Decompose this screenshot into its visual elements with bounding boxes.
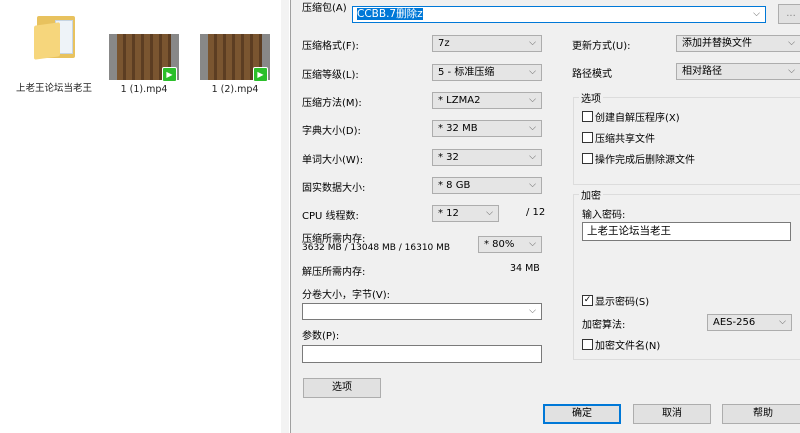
update-select[interactable]: 添加并替换文件 ⌵ <box>676 35 800 52</box>
checkbox-icon <box>582 339 593 350</box>
algo-label: 加密算法: <box>582 320 626 331</box>
encrypt-names-label: 加密文件名(N) <box>595 341 661 352</box>
desktop: 上老王论坛当老王 ▶ 1 (1).mp4 ▶ 1 (2).mp4 <box>0 0 284 433</box>
algo-value: AES-256 <box>713 317 756 328</box>
level-select[interactable]: 5 - 标准压缩 ⌵ <box>432 64 542 81</box>
chevron-down-icon: ⌵ <box>779 317 786 327</box>
video-label: 1 (1).mp4 <box>120 84 168 95</box>
help-button[interactable]: 帮助 <box>722 404 800 424</box>
desktop-video-1[interactable]: ▶ 1 (1).mp4 <box>104 34 184 95</box>
params-input[interactable] <box>302 345 542 363</box>
word-value: * 32 <box>438 152 459 163</box>
method-value: * LZMA2 <box>438 95 481 106</box>
checkmark-icon: ✓ <box>582 295 593 306</box>
cpu-label: CPU 线程数: <box>302 211 359 222</box>
mem-detail: 3632 MB / 13048 MB / 16310 MB <box>302 243 451 253</box>
update-label: 更新方式(U): <box>572 41 631 52</box>
dict-label: 字典大小(D): <box>302 126 361 137</box>
format-value: 7z <box>438 38 450 49</box>
folder-icon <box>31 12 77 60</box>
cancel-button[interactable]: 取消 <box>633 404 711 424</box>
chevron-down-icon: ⌵ <box>529 38 536 48</box>
player-badge-icon: ▶ <box>162 67 177 82</box>
word-label: 单词大小(W): <box>302 155 364 166</box>
dict-value: * 32 MB <box>438 123 478 134</box>
checkbox-icon <box>582 153 593 164</box>
desktop-video-2[interactable]: ▶ 1 (2).mp4 <box>195 34 275 95</box>
archive-path-value: CCBB.7删除z <box>357 8 423 20</box>
delete-checkbox[interactable]: 操作完成后删除源文件 <box>582 151 695 166</box>
params-label: 参数(P): <box>302 331 340 342</box>
video-label: 1 (2).mp4 <box>211 84 259 95</box>
cpu-max: / 12 <box>526 207 546 218</box>
method-label: 压缩方法(M): <box>302 98 362 109</box>
cpu-value: * 12 <box>438 208 459 219</box>
pathmode-value: 相对路径 <box>682 66 722 77</box>
chevron-down-icon: ⌵ <box>529 152 536 162</box>
player-badge-icon: ▶ <box>253 67 268 82</box>
archive-path-combo[interactable]: CCBB.7删除z ⌵ <box>352 6 766 23</box>
chevron-down-icon: ⌵ <box>788 66 795 76</box>
archive-label: 压缩包(A) <box>302 3 347 14</box>
checkbox-icon <box>582 132 593 143</box>
checkbox-icon <box>582 111 593 122</box>
pathmode-select[interactable]: 相对路径 ⌵ <box>676 63 800 80</box>
options-button[interactable]: 选项 <box>303 378 381 398</box>
pathmode-label: 路径模式 <box>572 69 612 80</box>
solid-value: * 8 GB <box>438 180 471 191</box>
solid-label: 固实数据大小: <box>302 183 366 194</box>
shared-checkbox[interactable]: 压缩共享文件 <box>582 130 655 145</box>
video-thumbnail: ▶ <box>200 34 270 82</box>
mem-value: * 80% <box>484 239 515 250</box>
show-password-checkbox[interactable]: ✓ 显示密码(S) <box>582 293 649 308</box>
chevron-down-icon: ⌵ <box>529 180 536 190</box>
volume-label: 分卷大小，字节(V): <box>302 290 391 301</box>
sfx-checkbox[interactable]: 创建自解压程序(X) <box>582 109 680 124</box>
chevron-down-icon: ⌵ <box>529 67 536 77</box>
password-label: 输入密码: <box>582 210 626 221</box>
method-select[interactable]: * LZMA2 ⌵ <box>432 92 542 109</box>
chevron-down-icon[interactable]: ⌵ <box>753 7 760 21</box>
password-input[interactable]: 上老王论坛当老王 <box>582 222 791 241</box>
options-group-title: 选项 <box>579 90 603 105</box>
chevron-down-icon: ⌵ <box>788 38 795 48</box>
video-thumbnail: ▶ <box>109 34 179 82</box>
browse-button[interactable]: ... <box>778 4 800 24</box>
solid-select[interactable]: * 8 GB ⌵ <box>432 177 542 194</box>
sfx-label: 创建自解压程序(X) <box>595 113 680 124</box>
desktop-scrollbar[interactable] <box>281 0 289 433</box>
chevron-down-icon: ⌵ <box>486 208 493 218</box>
desktop-folder[interactable]: 上老王论坛当老王 <box>14 12 94 95</box>
word-select[interactable]: * 32 ⌵ <box>432 149 542 166</box>
algo-select[interactable]: AES-256 ⌵ <box>707 314 792 331</box>
format-select[interactable]: 7z ⌵ <box>432 35 542 52</box>
show-password-label: 显示密码(S) <box>595 297 650 308</box>
dict-select[interactable]: * 32 MB ⌵ <box>432 120 542 137</box>
chevron-down-icon: ⌵ <box>529 306 536 316</box>
cpu-select[interactable]: * 12 ⌵ <box>432 205 499 222</box>
mem-select[interactable]: * 80% ⌵ <box>478 236 542 253</box>
update-value: 添加并替换文件 <box>682 38 752 49</box>
volume-combo[interactable]: ⌵ <box>302 303 542 320</box>
format-label: 压缩格式(F): <box>302 41 359 52</box>
chevron-down-icon: ⌵ <box>529 123 536 133</box>
chevron-down-icon: ⌵ <box>529 239 536 249</box>
level-label: 压缩等级(L): <box>302 70 359 81</box>
delete-label: 操作完成后删除源文件 <box>595 155 695 166</box>
encrypt-names-checkbox[interactable]: 加密文件名(N) <box>582 337 660 352</box>
shared-label: 压缩共享文件 <box>595 134 655 145</box>
decomp-label: 解压所需内存: <box>302 267 366 278</box>
decomp-value: 34 MB <box>510 263 540 274</box>
level-value: 5 - 标准压缩 <box>438 67 495 78</box>
chevron-down-icon: ⌵ <box>529 95 536 105</box>
encryption-group-title: 加密 <box>579 187 603 202</box>
folder-label: 上老王论坛当老王 <box>15 83 92 94</box>
ok-button[interactable]: 确定 <box>543 404 621 424</box>
